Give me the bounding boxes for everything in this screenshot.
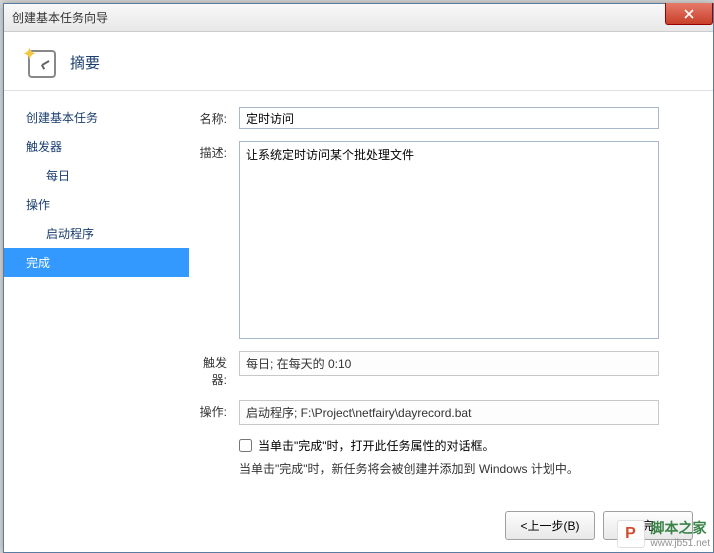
sidebar-item-start-program[interactable]: 启动程序 — [18, 219, 189, 248]
action-label: 操作: — [189, 400, 239, 420]
window-title: 创建基本任务向导 — [8, 9, 108, 26]
finish-button[interactable]: 完 — [603, 511, 693, 540]
desc-row: 描述: — [189, 141, 695, 339]
name-row: 名称: — [189, 107, 695, 129]
open-properties-label: 当单击"完成"时，打开此任务属性的对话框。 — [258, 437, 495, 454]
name-input[interactable] — [239, 107, 659, 129]
sidebar-item-trigger[interactable]: 触发器 — [18, 132, 189, 161]
sidebar-item-daily[interactable]: 每日 — [18, 161, 189, 190]
open-properties-row: 当单击"完成"时，打开此任务属性的对话框。 — [239, 437, 695, 454]
sidebar-item-finish[interactable]: 完成 — [4, 248, 189, 277]
action-row: 操作: 启动程序; F:\Project\netfairy\dayrecord.… — [189, 400, 695, 425]
sidebar-item-action[interactable]: 操作 — [18, 190, 189, 219]
close-button[interactable] — [665, 3, 713, 25]
desc-input[interactable] — [239, 141, 659, 339]
name-label: 名称: — [189, 107, 239, 127]
clock-icon: ✦ — [24, 46, 56, 78]
titlebar: 创建基本任务向导 — [4, 4, 713, 32]
sidebar: 创建基本任务 触发器 每日 操作 启动程序 完成 — [4, 91, 189, 509]
button-row: <上一步(B) 完 — [505, 511, 693, 540]
trigger-value: 每日; 在每天的 0:10 — [239, 351, 659, 376]
header-section: ✦ 摘要 — [4, 32, 713, 91]
body-area: 创建基本任务 触发器 每日 操作 启动程序 完成 名称: 描述: 触发器: 每日… — [4, 91, 713, 509]
wizard-window: 创建基本任务向导 ✦ 摘要 创建基本任务 触发器 每日 操作 启动程序 完成 名… — [3, 3, 714, 553]
sidebar-item-create-task[interactable]: 创建基本任务 — [18, 103, 189, 132]
page-title: 摘要 — [70, 52, 100, 73]
content-panel: 名称: 描述: 触发器: 每日; 在每天的 0:10 操作: 启动程序; F:\… — [189, 91, 713, 509]
info-text: 当单击"完成"时，新任务将会被创建并添加到 Windows 计划中。 — [239, 460, 695, 477]
open-properties-checkbox[interactable] — [239, 439, 252, 452]
trigger-row: 触发器: 每日; 在每天的 0:10 — [189, 351, 695, 388]
back-button[interactable]: <上一步(B) — [505, 511, 595, 540]
action-value: 启动程序; F:\Project\netfairy\dayrecord.bat — [239, 400, 659, 425]
close-icon — [684, 9, 694, 19]
desc-label: 描述: — [189, 141, 239, 161]
trigger-label: 触发器: — [189, 351, 239, 388]
